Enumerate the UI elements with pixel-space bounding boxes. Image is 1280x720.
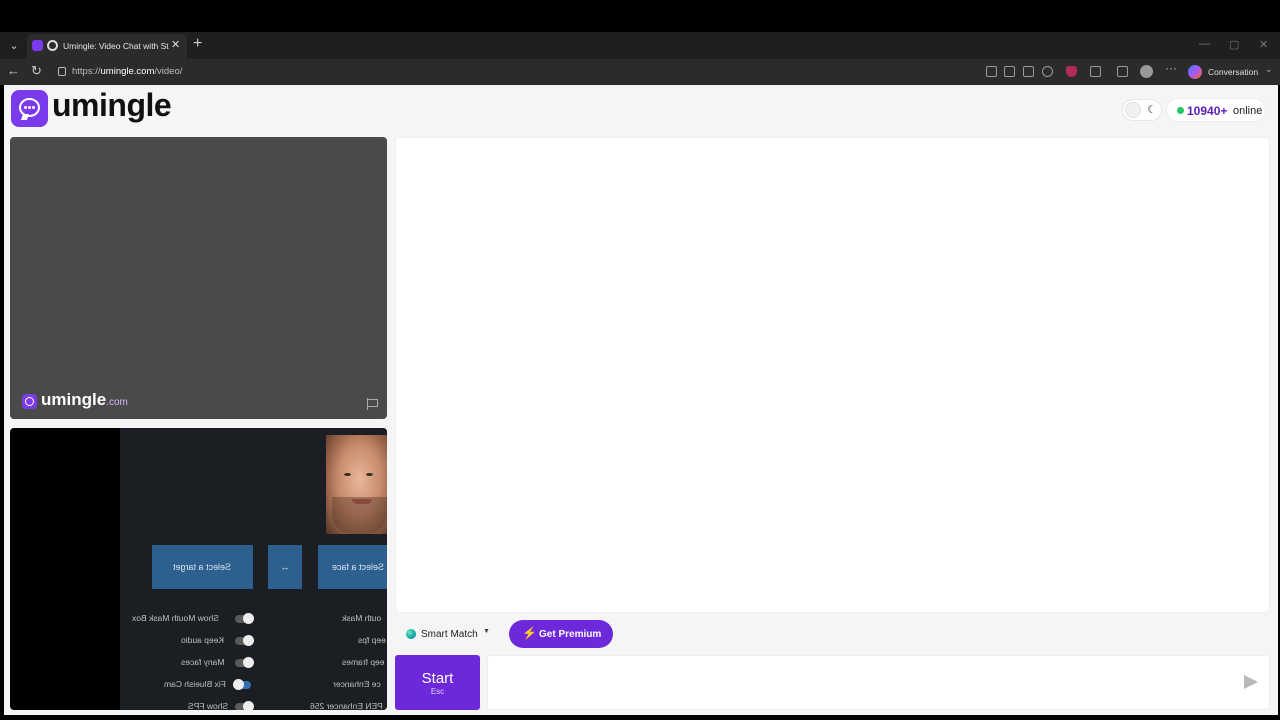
page: umingle ☾ 10940+ online umingle.com Sele…: [4, 85, 1278, 715]
chevron-down-icon[interactable]: ⌄: [1265, 64, 1273, 75]
tab-title: Umingle: Video Chat with Strangers: [63, 41, 169, 51]
swap-button: ↔: [268, 545, 302, 589]
lock-icon: [58, 67, 66, 76]
url-text: https://umingle.com/video/: [72, 66, 183, 77]
self-camera-video: Select a target ↔ Select a face Show Mou…: [10, 428, 387, 710]
new-tab-button[interactable]: +: [193, 34, 207, 54]
online-label: online: [1233, 105, 1263, 117]
option-show-mouth-mask-box: Show Mouth Mask Box: [132, 613, 219, 623]
copilot-conversation-label[interactable]: Conversation: [1208, 67, 1258, 77]
reader-icon[interactable]: [1023, 66, 1034, 77]
online-counter: 10940+ online: [1166, 98, 1266, 122]
option-many-faces: Many faces: [181, 657, 225, 667]
online-count: 10940+: [1187, 104, 1228, 118]
online-status-dot-icon: [1177, 107, 1184, 114]
toggle-show-fps: [235, 701, 254, 710]
start-button[interactable]: Start Esc: [395, 655, 480, 710]
option-fix-blueish-cam: Fix Blueish Cam: [164, 679, 226, 689]
dark-mode-toggle[interactable]: ☾: [1122, 99, 1162, 121]
watermark-logo-icon: [22, 394, 37, 409]
star-icon[interactable]: [1042, 66, 1053, 77]
option-gpen-enhancer-256: PEN Enhancer 256: [310, 701, 383, 710]
option-show-fps: Show FPS: [188, 701, 229, 710]
toggle-fix-blueish-cam: [233, 679, 251, 690]
option-keep-fps: eep fps: [358, 635, 386, 645]
recording-indicator-icon: [47, 40, 58, 51]
minimize-icon[interactable]: —: [1199, 38, 1210, 50]
report-flag-icon[interactable]: [367, 398, 378, 410]
send-icon[interactable]: [1244, 675, 1258, 689]
face-swap-panel: Select a target ↔ Select a face Show Mou…: [120, 428, 387, 710]
profile-avatar-icon[interactable]: [1140, 65, 1153, 78]
option-mouth-mask: outh Mask: [342, 613, 382, 623]
browser-tab[interactable]: Umingle: Video Chat with Strangers ✕: [27, 34, 187, 59]
smart-match-dropdown[interactable]: Smart Match ▼: [398, 620, 496, 648]
address-bar: ← ↻ https://umingle.com/video/ ··· Conve…: [0, 59, 1280, 85]
umingle-logo-icon[interactable]: [11, 90, 48, 127]
screen: ⌄ Umingle: Video Chat with Strangers ✕ +…: [0, 0, 1280, 720]
select-face-button: Select a face: [318, 545, 387, 589]
tab-close-icon[interactable]: ✕: [171, 38, 180, 51]
start-shortcut-label: Esc: [430, 687, 445, 696]
extensions-icon[interactable]: [1090, 66, 1101, 77]
moon-icon: ☾: [1147, 104, 1157, 116]
start-label: Start: [421, 670, 454, 687]
favorites-icon[interactable]: [1117, 66, 1128, 77]
message-input[interactable]: [487, 655, 1270, 710]
source-face-image: [326, 435, 387, 534]
reload-icon[interactable]: ↻: [31, 63, 42, 79]
video-watermark: umingle.com: [41, 390, 128, 409]
chat-message-area: [395, 137, 1270, 613]
copilot-icon[interactable]: [1188, 65, 1202, 79]
get-premium-button[interactable]: ⚡ Get Premium: [509, 620, 613, 648]
window-close-icon[interactable]: ✕: [1259, 38, 1268, 51]
toggle-many-faces: [235, 657, 254, 668]
globe-icon: [406, 629, 416, 639]
top-black-bar: [0, 0, 1280, 32]
back-arrow-icon[interactable]: ←: [7, 63, 20, 78]
option-face-enhancer: ce Enhancer: [333, 679, 381, 689]
option-keep-frames: eep frames: [342, 657, 385, 667]
browser-tab-strip: ⌄ Umingle: Video Chat with Strangers ✕ +…: [0, 32, 1280, 59]
smart-match-label: Smart Match: [421, 629, 478, 640]
more-icon[interactable]: ···: [1165, 61, 1177, 75]
shield-extension-icon[interactable]: [1066, 66, 1077, 77]
lightning-icon: ⚡: [522, 626, 537, 640]
url-field[interactable]: https://umingle.com/video/: [52, 62, 972, 82]
umingle-favicon-icon: [32, 40, 43, 51]
maximize-icon[interactable]: ▢: [1229, 38, 1239, 51]
get-premium-label: Get Premium: [539, 629, 602, 640]
translate-icon[interactable]: [1004, 66, 1015, 77]
toggle-knob: [1125, 102, 1141, 118]
select-target-button: Select a target: [152, 545, 253, 589]
toggle-show-mouth-mask-box: [235, 613, 254, 624]
logo-wordmark[interactable]: umingle: [52, 87, 172, 124]
caret-down-icon: ▼: [483, 628, 490, 635]
toggle-keep-audio: [235, 635, 254, 646]
camera-icon[interactable]: [986, 66, 997, 77]
stranger-video: umingle.com: [10, 137, 387, 419]
option-keep-audio: Keep audio: [181, 635, 225, 645]
tab-list-chevron-icon[interactable]: ⌄: [4, 36, 24, 56]
